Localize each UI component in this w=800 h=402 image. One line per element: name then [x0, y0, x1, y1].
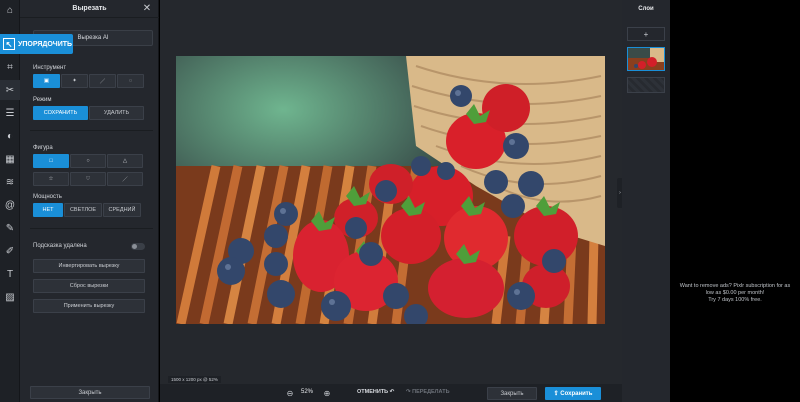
contrast-icon[interactable]: ◐ [0, 126, 20, 146]
magic-wand-button[interactable]: ✦ [61, 74, 88, 88]
rectangle-shape-button[interactable]: □ [33, 154, 69, 168]
add-layer-button[interactable]: + [627, 27, 665, 41]
divider [30, 130, 153, 131]
lasso-tool-button[interactable]: ▣ [33, 74, 60, 88]
ad-line-2: low as $0.00 per month! [705, 290, 765, 296]
zoom-level: 52% [301, 389, 314, 395]
arrange-icon: ↖ [3, 38, 15, 50]
adjust-sliders-icon[interactable]: ☰ [0, 103, 20, 123]
save-icon: ⇪ [553, 391, 559, 397]
undo-icon: ↶ [389, 389, 395, 395]
ad-area: Want to remove ads? Pixlr subscription f… [670, 0, 800, 402]
panel-close-button[interactable]: Закрыть [30, 386, 150, 399]
text-icon[interactable]: T [0, 264, 20, 284]
redo-icon: ↷ [406, 389, 411, 395]
pattern-icon[interactable]: ▨ [0, 287, 20, 307]
close-icon[interactable]: ✕ [142, 3, 152, 15]
divider [30, 228, 153, 229]
eraser-icon[interactable]: ✎ [0, 218, 20, 238]
brush-tool-button[interactable]: ／ [89, 74, 116, 88]
close-button[interactable]: Закрыть [487, 387, 537, 400]
ad-line-1: Want to remove ads? Pixlr subscription f… [679, 283, 791, 289]
free-lasso-button[interactable]: ◌ [117, 74, 144, 88]
shape-group-row2: ☆ ♡ ／ [33, 172, 144, 186]
tool-group: ▣ ✦ ／ ◌ [33, 74, 145, 88]
reset-cutout-button[interactable]: Сброс вырезки [33, 279, 145, 293]
invert-cutout-button[interactable]: Инвертировать вырезку [33, 259, 145, 273]
layer-thumbnail-image [628, 48, 664, 70]
strawberry-basket-image [176, 56, 605, 324]
cutout-panel: Вырезать ✕ Вырезка AI Инструмент ▣ ✦ ／ ◌… [20, 0, 159, 402]
hint-toggle[interactable] [131, 242, 145, 250]
hint-label: Подсказка удалена [33, 243, 87, 249]
filter-grid-icon[interactable]: ▦ [0, 149, 20, 169]
ad-text[interactable]: Want to remove ads? Pixlr subscription f… [674, 283, 796, 304]
star-shape-button[interactable]: ☆ [33, 172, 69, 186]
save-button[interactable]: ⇪ Сохранить [545, 387, 601, 400]
layer-thumbnail[interactable] [627, 47, 665, 71]
home-icon[interactable]: ⌂ [0, 0, 20, 20]
mode-remove-button[interactable]: УДАЛИТЬ [89, 106, 144, 120]
mode-keep-button[interactable]: СОХРАНИТЬ [33, 106, 88, 120]
panel-title: Вырезать [20, 0, 159, 18]
triangle-shape-button[interactable]: △ [107, 154, 143, 168]
image-size-info: 1500 x 1200 px @ 52% [168, 376, 221, 383]
circle-shape-button[interactable]: ○ [70, 154, 106, 168]
photo-canvas[interactable] [176, 56, 605, 324]
power-label: Мощность [33, 194, 62, 200]
hint-toggle-row: Подсказка удалена [33, 241, 145, 251]
zoom-out-icon[interactable]: ⊖ [284, 387, 296, 399]
power-medium-button[interactable]: СРЕДНИЙ [103, 203, 141, 217]
layers-title: Слои [638, 6, 654, 12]
bottom-bar: ⊖ 52% ⊕ ОТМЕНИТЬ ↶ ↷ ПЕРЕДЕЛАТЬ Закрыть … [160, 384, 622, 402]
mode-group: СОХРАНИТЬ УДАЛИТЬ [33, 106, 145, 120]
crop-icon[interactable]: ⌗ [0, 57, 20, 77]
save-label: Сохранить [560, 390, 593, 397]
line-shape-button[interactable]: ／ [107, 172, 143, 186]
redo-label: ПЕРЕДЕЛАТЬ [412, 389, 450, 395]
liquify-icon[interactable]: ≋ [0, 172, 20, 192]
cutout-scissors-icon[interactable]: ✂ [0, 80, 20, 100]
power-group: НЕТ СВЕТЛОЕ СРЕДНИЙ [33, 203, 142, 217]
shape-label: Фигура [33, 145, 53, 151]
arrange-label: УПОРЯДОЧИТЬ [18, 40, 73, 48]
canvas-area[interactable]: 1500 x 1200 px @ 52% [160, 0, 622, 384]
spiral-icon[interactable]: @ [0, 195, 20, 215]
tool-label: Инструмент [33, 65, 67, 71]
shape-group-row1: □ ○ △ [33, 154, 144, 168]
power-light-button[interactable]: СВЕТЛОЕ [64, 203, 102, 217]
apply-cutout-button[interactable]: Применить вырезку [33, 299, 145, 313]
heart-shape-button[interactable]: ♡ [70, 172, 106, 186]
redo-button[interactable]: ↷ ПЕРЕДЕЛАТЬ [406, 389, 450, 395]
arrange-button[interactable]: ↖ УПОРЯДОЧИТЬ [0, 34, 73, 54]
empty-layer-slot[interactable] [627, 77, 665, 93]
zoom-in-icon[interactable]: ⊕ [321, 387, 333, 399]
power-none-button[interactable]: НЕТ [33, 203, 63, 217]
tool-rail: ⌂ ⌗ ✂ ☰ ◐ ▦ ≋ @ ✎ ✐ T ▨ [0, 0, 20, 402]
layers-panel: Слои + [622, 0, 670, 402]
undo-button[interactable]: ОТМЕНИТЬ ↶ [357, 389, 394, 395]
mode-label: Режим [33, 97, 52, 103]
brush-icon[interactable]: ✐ [0, 241, 20, 261]
ad-line-3: Try 7 days 100% free. [708, 297, 762, 303]
undo-label: ОТМЕНИТЬ [357, 389, 389, 395]
